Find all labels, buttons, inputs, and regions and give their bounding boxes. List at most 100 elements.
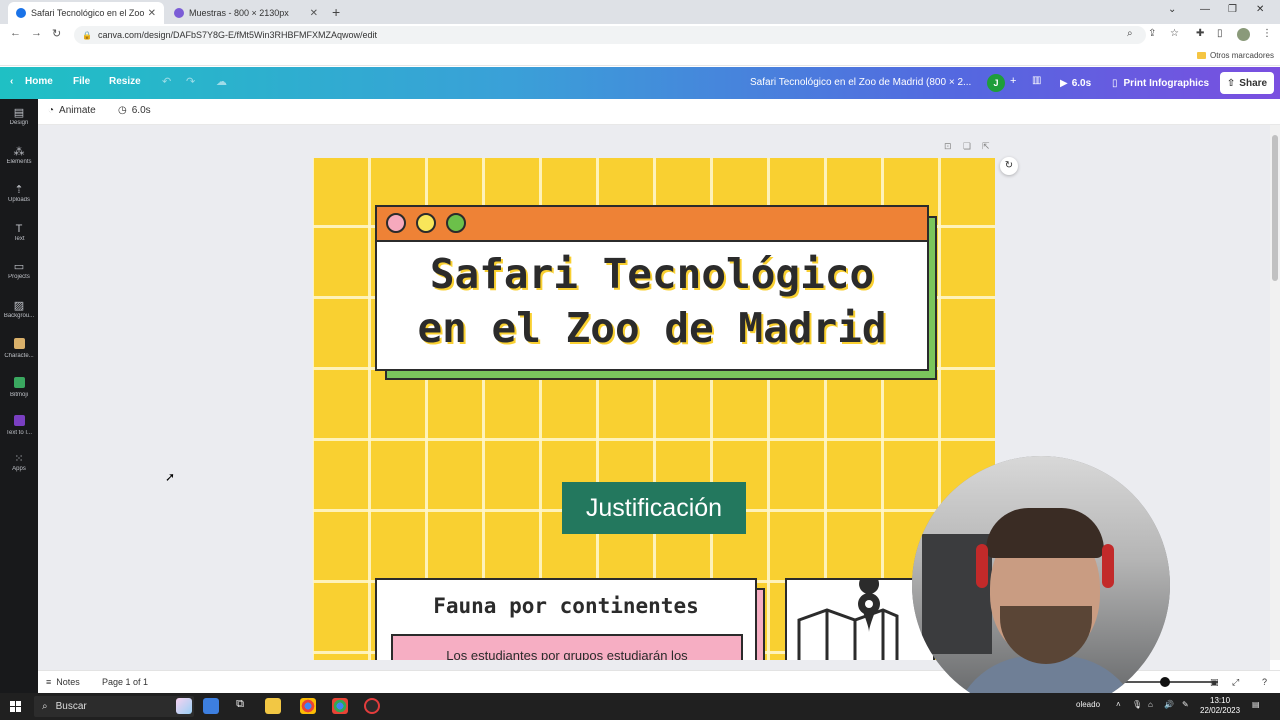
lock-page-icon[interactable]: ⊡ <box>944 141 952 152</box>
share-button[interactable]: ⇧ Share <box>1220 72 1274 94</box>
animate-button[interactable]: ◔ Animate <box>48 105 96 116</box>
collaborator-avatar[interactable]: J <box>987 74 1005 92</box>
tab-title: Muestras - 800 × 2130px <box>189 8 289 18</box>
system-clock[interactable]: 13:10 22/02/2023 <box>1200 696 1240 716</box>
design-title[interactable]: Safari Tecnológico en el Zoo de Madrid <box>377 247 927 355</box>
forward-icon[interactable]: → <box>31 27 42 39</box>
timing-button[interactable]: ◷ 6.0s <box>118 105 151 116</box>
microphone-icon[interactable]: 🎙 <box>1132 700 1142 709</box>
tray-chevron-icon[interactable]: ˄ <box>1116 700 1121 709</box>
notes-button[interactable]: ≡ Notes <box>46 677 80 687</box>
task-view-icon[interactable]: ⧉ <box>232 698 248 714</box>
browser-tab-strip: Safari Tecnológico en el Zoo de Ma ✕ Mue… <box>0 0 1280 24</box>
sidebar-item-elements[interactable]: ⁂ Elements <box>0 146 38 165</box>
back-icon[interactable]: ← <box>10 27 21 39</box>
page-indicator[interactable]: Page 1 of 1 <box>102 677 148 687</box>
character-icon <box>0 338 38 352</box>
resize-button[interactable]: Resize <box>109 76 141 87</box>
folder-icon <box>1196 52 1206 59</box>
yellow-dot-icon <box>416 213 436 233</box>
present-play-button[interactable]: ▶ 6.0s <box>1052 72 1099 94</box>
fullscreen-icon[interactable]: ⤢ <box>1232 677 1239 688</box>
address-bar[interactable]: 🔒 canva.com/design/DAFbS7Y8G-E/fMt5Win3R… <box>74 26 1146 44</box>
notifications-icon[interactable]: ▤ <box>1252 700 1260 709</box>
pink-dot-icon <box>386 213 406 233</box>
sidebar-item-backgrounds[interactable]: ▨ Backgrou... <box>0 300 38 319</box>
redo-icon[interactable]: ↷ <box>186 75 195 88</box>
window-titlebar <box>377 207 927 242</box>
sidebar-item-design[interactable]: ▤ Design <box>0 107 38 126</box>
upload-icon: ⇡ <box>14 184 24 196</box>
canva-header: ‹ Home File Resize ↶ ↷ ☁ Safari Tecnológ… <box>0 67 1280 99</box>
tab-canva-design[interactable]: Safari Tecnológico en el Zoo de Ma ✕ <box>8 2 164 24</box>
chrome-icon[interactable] <box>332 698 348 714</box>
add-collaborator-icon[interactable]: + <box>1010 75 1016 87</box>
sidebar-item-text[interactable]: T Text <box>0 223 38 242</box>
card-text: Los estudiantes por grupos estudiarán lo… <box>446 648 688 660</box>
bookmark-star-icon[interactable]: ☆ <box>1170 28 1179 39</box>
sidebar-item-projects[interactable]: ▭ Projects <box>0 261 38 280</box>
lock-icon: 🔒 <box>82 30 92 40</box>
windows-start-icon[interactable] <box>10 701 21 712</box>
justificacion-label[interactable]: Justificación <box>562 482 746 534</box>
minimize-icon[interactable]: — <box>1200 4 1210 15</box>
side-panel-icon[interactable]: ▯ <box>1217 28 1223 39</box>
add-page-icon[interactable]: ⇱ <box>982 141 990 152</box>
card-title: Fauna por continentes <box>433 594 699 618</box>
sidebar-item-characters[interactable]: Characte... <box>0 338 38 359</box>
sidebar-item-bitmoji[interactable]: Bitmoji <box>0 377 38 398</box>
design-page[interactable]: Safari Tecnológico en el Zoo de Madrid J… <box>313 158 995 660</box>
print-icon: ▯ <box>1112 77 1118 89</box>
menu-kebab-icon[interactable]: ⋮ <box>1262 28 1272 39</box>
restore-icon[interactable]: ❐ <box>1228 4 1237 15</box>
home-button[interactable]: Home <box>25 76 53 87</box>
scrollbar-thumb[interactable] <box>1272 135 1278 281</box>
chrome-icon[interactable] <box>300 698 316 714</box>
insights-chart-icon[interactable]: ▥ <box>1032 75 1041 86</box>
apps-icon: ⁙ <box>14 453 24 465</box>
tab-muestras[interactable]: Muestras - 800 × 2130px ✕ <box>166 2 326 24</box>
volume-icon[interactable]: 🔊 <box>1164 700 1174 709</box>
text-icon: T <box>15 223 23 235</box>
chevron-left-icon[interactable]: ‹ <box>10 76 13 87</box>
reload-icon[interactable]: ↻ <box>52 27 61 40</box>
fauna-card[interactable]: Fauna por continentes Los estudiantes po… <box>375 578 757 660</box>
print-infographics-button[interactable]: ▯ Print Infographics <box>1106 72 1215 94</box>
webcam-person-hair <box>986 508 1104 558</box>
duplicate-page-icon[interactable]: ❏ <box>963 141 971 152</box>
zoom-icon[interactable]: ⌕ <box>1127 28 1133 39</box>
network-icon[interactable]: ⌂ <box>1148 700 1153 709</box>
profile-avatar[interactable] <box>1237 28 1250 41</box>
notes-icon: ≡ <box>46 677 52 687</box>
new-tab-button[interactable]: + <box>332 4 340 20</box>
pen-icon[interactable]: ✎ <box>1182 700 1189 709</box>
file-explorer-icon[interactable] <box>265 698 281 714</box>
other-bookmarks[interactable]: Otros marcadores <box>1196 51 1274 60</box>
file-menu-button[interactable]: File <box>73 76 90 87</box>
sidebar-item-text-to-image[interactable]: Text to I... <box>0 415 38 436</box>
close-window-icon[interactable]: ✕ <box>1256 4 1264 15</box>
share-page-icon[interactable]: ⇪ <box>1148 28 1156 39</box>
help-icon[interactable]: ? <box>1262 677 1267 687</box>
refresh-icon[interactable]: ↻ <box>1000 157 1018 175</box>
sidebar-item-uploads[interactable]: ⇡ Uploads <box>0 184 38 203</box>
sidebar-item-apps[interactable]: ⁙ Apps <box>0 453 38 472</box>
undo-icon[interactable]: ↶ <box>162 75 171 88</box>
title-card[interactable]: Safari Tecnológico en el Zoo de Madrid <box>375 205 929 371</box>
document-title[interactable]: Safari Tecnológico en el Zoo de Madrid (… <box>750 77 971 88</box>
close-tab-icon[interactable]: ✕ <box>310 8 318 19</box>
search-icon: ⌕ <box>42 701 48 712</box>
taskbar-search[interactable]: ⌕ Buscar <box>34 696 194 717</box>
extensions-icon[interactable]: ✚ <box>1196 28 1204 39</box>
recorder-icon[interactable] <box>364 698 380 714</box>
tab-search-icon[interactable]: ⌄ <box>1168 4 1176 15</box>
weather-text[interactable]: oleado <box>1076 700 1100 709</box>
canva-favicon-icon <box>16 8 26 18</box>
vertical-scrollbar[interactable] <box>1270 125 1280 660</box>
close-tab-icon[interactable]: ✕ <box>148 8 156 19</box>
folder-icon: ▭ <box>13 261 25 273</box>
widget-icon[interactable] <box>176 698 192 714</box>
animate-icon: ◔ <box>48 105 55 116</box>
widget-icon[interactable] <box>203 698 219 714</box>
pages-view-icon[interactable]: ▣ <box>1210 677 1219 688</box>
